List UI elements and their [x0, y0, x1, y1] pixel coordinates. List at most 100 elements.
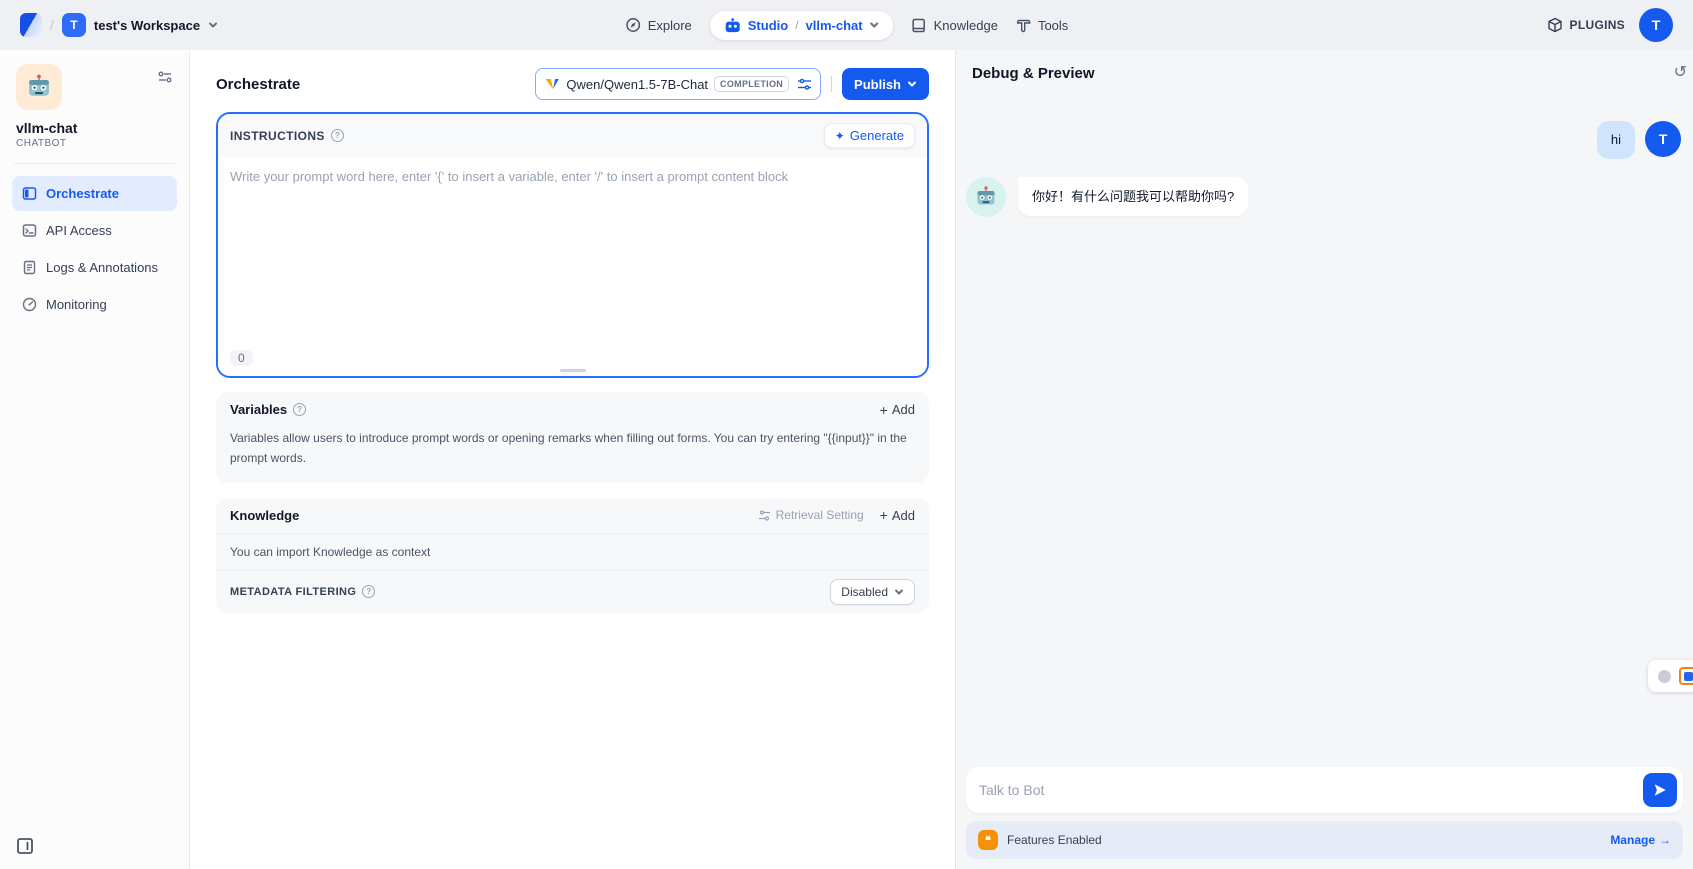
dify-logo[interactable] [20, 13, 42, 37]
generate-label: Generate [850, 128, 904, 143]
metadata-filtering-title: METADATA FILTERING [230, 586, 356, 598]
app-name: vllm-chat [16, 120, 173, 136]
model-params-icon[interactable] [797, 78, 812, 91]
nav-plugins-label: PLUGINS [1570, 18, 1625, 32]
model-selector[interactable]: Qwen/Qwen1.5-7B-Chat COMPLETION [535, 68, 821, 100]
assistant-message-bubble: 你好！有什么问题我可以帮助你吗? [1018, 177, 1248, 217]
page-title: Orchestrate [216, 76, 300, 93]
studio-separator: / [795, 18, 798, 32]
resize-handle[interactable] [560, 369, 586, 372]
breadcrumb-separator: / [50, 17, 54, 33]
add-knowledge-button[interactable]: + Add [880, 508, 915, 523]
debug-preview-panel: Debug & Preview ↺ hi T [955, 50, 1693, 869]
sidebar-item-logs-annotations[interactable]: Logs & Annotations [12, 250, 177, 285]
manage-features-link[interactable]: Manage → [1610, 833, 1671, 847]
main-panel: Orchestrate Qwen/Qwen1.5-7B-Chat COMPLET… [190, 50, 955, 869]
sidebar-item-orchestrate[interactable]: Orchestrate [12, 176, 177, 211]
sidebar-item-monitoring[interactable]: Monitoring [12, 287, 177, 322]
prompt-placeholder: Write your prompt word here, enter '{' t… [230, 169, 915, 184]
robot-icon [724, 18, 741, 33]
instructions-header: INSTRUCTIONS ? ✦ Generate [218, 114, 927, 157]
workspace-avatar[interactable]: T [62, 13, 86, 37]
nav-left: / T test's Workspace [20, 13, 218, 37]
debug-title: Debug & Preview [972, 65, 1095, 82]
vllm-logo-icon [544, 77, 560, 91]
retrieval-setting-icon [758, 509, 771, 522]
sidebar-item-label: Orchestrate [46, 186, 119, 201]
nav-right: PLUGINS T [1547, 8, 1673, 42]
nav-explore[interactable]: Explore [625, 17, 692, 33]
instructions-panel: INSTRUCTIONS ? ✦ Generate Write your pro… [216, 112, 929, 378]
nav-knowledge[interactable]: Knowledge [912, 18, 998, 33]
instructions-title: INSTRUCTIONS [230, 129, 325, 143]
generate-button[interactable]: ✦ Generate [824, 123, 915, 148]
publish-button[interactable]: Publish [842, 68, 929, 100]
nav-tools[interactable]: Tools [1016, 18, 1068, 33]
floating-extension-widget[interactable] [1648, 660, 1693, 692]
nav-explore-label: Explore [648, 18, 692, 33]
model-name: Qwen/Qwen1.5-7B-Chat [566, 77, 708, 92]
help-icon[interactable]: ? [362, 585, 375, 598]
metadata-filtering-value: Disabled [841, 585, 888, 599]
prompt-editor[interactable]: Write your prompt word here, enter '{' t… [218, 157, 927, 376]
orchestrate-icon [22, 186, 37, 201]
hammer-icon [1016, 18, 1031, 33]
help-icon[interactable]: ? [331, 129, 344, 142]
knowledge-description: You can import Knowledge as context [216, 534, 929, 571]
chevron-down-icon[interactable] [208, 20, 218, 30]
header-actions: Qwen/Qwen1.5-7B-Chat COMPLETION Publish [535, 68, 929, 100]
retrieval-setting-label: Retrieval Setting [776, 508, 864, 522]
help-icon[interactable]: ? [293, 403, 306, 416]
app-icon[interactable] [16, 64, 62, 110]
publish-label: Publish [854, 77, 901, 92]
sparkle-icon: ✦ [835, 129, 845, 143]
header-divider [831, 76, 832, 92]
nav-tools-label: Tools [1038, 18, 1068, 33]
chat-message-user: hi T [966, 121, 1683, 159]
user-avatar[interactable]: T [1639, 8, 1673, 42]
app-sidebar: vllm-chat CHATBOT Orchestrate API Access… [0, 50, 190, 869]
nav-plugins[interactable]: PLUGINS [1547, 17, 1625, 33]
features-bar: ❝ Features Enabled Manage → [966, 821, 1683, 859]
retrieval-setting-button[interactable]: Retrieval Setting [758, 508, 864, 522]
collapse-sidebar-icon[interactable] [16, 837, 34, 855]
nav-knowledge-label: Knowledge [934, 18, 998, 33]
workspace-name[interactable]: test's Workspace [94, 18, 200, 33]
plugins-cube-icon [1547, 17, 1563, 33]
app-type-badge: CHATBOT [16, 138, 173, 149]
main-header: Orchestrate Qwen/Qwen1.5-7B-Chat COMPLET… [216, 64, 929, 104]
variables-section: Variables ? + Add Variables allow users … [216, 392, 929, 483]
manage-label: Manage [1610, 833, 1655, 847]
app-settings-icon[interactable] [157, 70, 173, 84]
add-variable-button[interactable]: + Add [880, 402, 915, 417]
monitoring-gauge-icon [22, 297, 37, 312]
chevron-down-icon[interactable] [870, 20, 880, 30]
variables-title: Variables [230, 402, 287, 417]
nav-studio-label: Studio [748, 18, 788, 33]
send-icon [1652, 782, 1668, 798]
sidebar-item-label: Logs & Annotations [46, 260, 158, 275]
sidebar-item-api-access[interactable]: API Access [12, 213, 177, 248]
chat-area: hi T 你好！有什么问题我可以帮助你吗? [956, 89, 1693, 767]
plus-icon: + [880, 403, 888, 417]
robot-emoji-icon [25, 73, 53, 101]
top-nav: / T test's Workspace Explore Studio / vl… [0, 0, 1693, 50]
user-chat-avatar: T [1645, 121, 1681, 157]
features-icon: ❝ [978, 830, 998, 850]
knowledge-section: Knowledge Retrieval Setting + Add You ca… [216, 498, 929, 613]
send-button[interactable] [1643, 773, 1677, 807]
app-head [12, 64, 177, 110]
sidebar-divider [14, 163, 175, 164]
content-row: vllm-chat CHATBOT Orchestrate API Access… [0, 50, 1693, 869]
chevron-down-icon [894, 587, 904, 597]
restart-conversation-icon[interactable]: ↺ [1674, 62, 1687, 82]
talk-to-bot-input[interactable] [966, 767, 1683, 813]
widget-dot-icon [1658, 670, 1671, 683]
nav-studio-pill[interactable]: Studio / vllm-chat [710, 11, 894, 40]
bot-chat-avatar [966, 177, 1006, 217]
logs-document-icon [22, 260, 37, 275]
chat-input-section: ❝ Features Enabled Manage → [956, 767, 1693, 869]
sidebar-item-label: Monitoring [46, 297, 107, 312]
explore-compass-icon [625, 17, 641, 33]
metadata-filtering-dropdown[interactable]: Disabled [830, 579, 915, 605]
